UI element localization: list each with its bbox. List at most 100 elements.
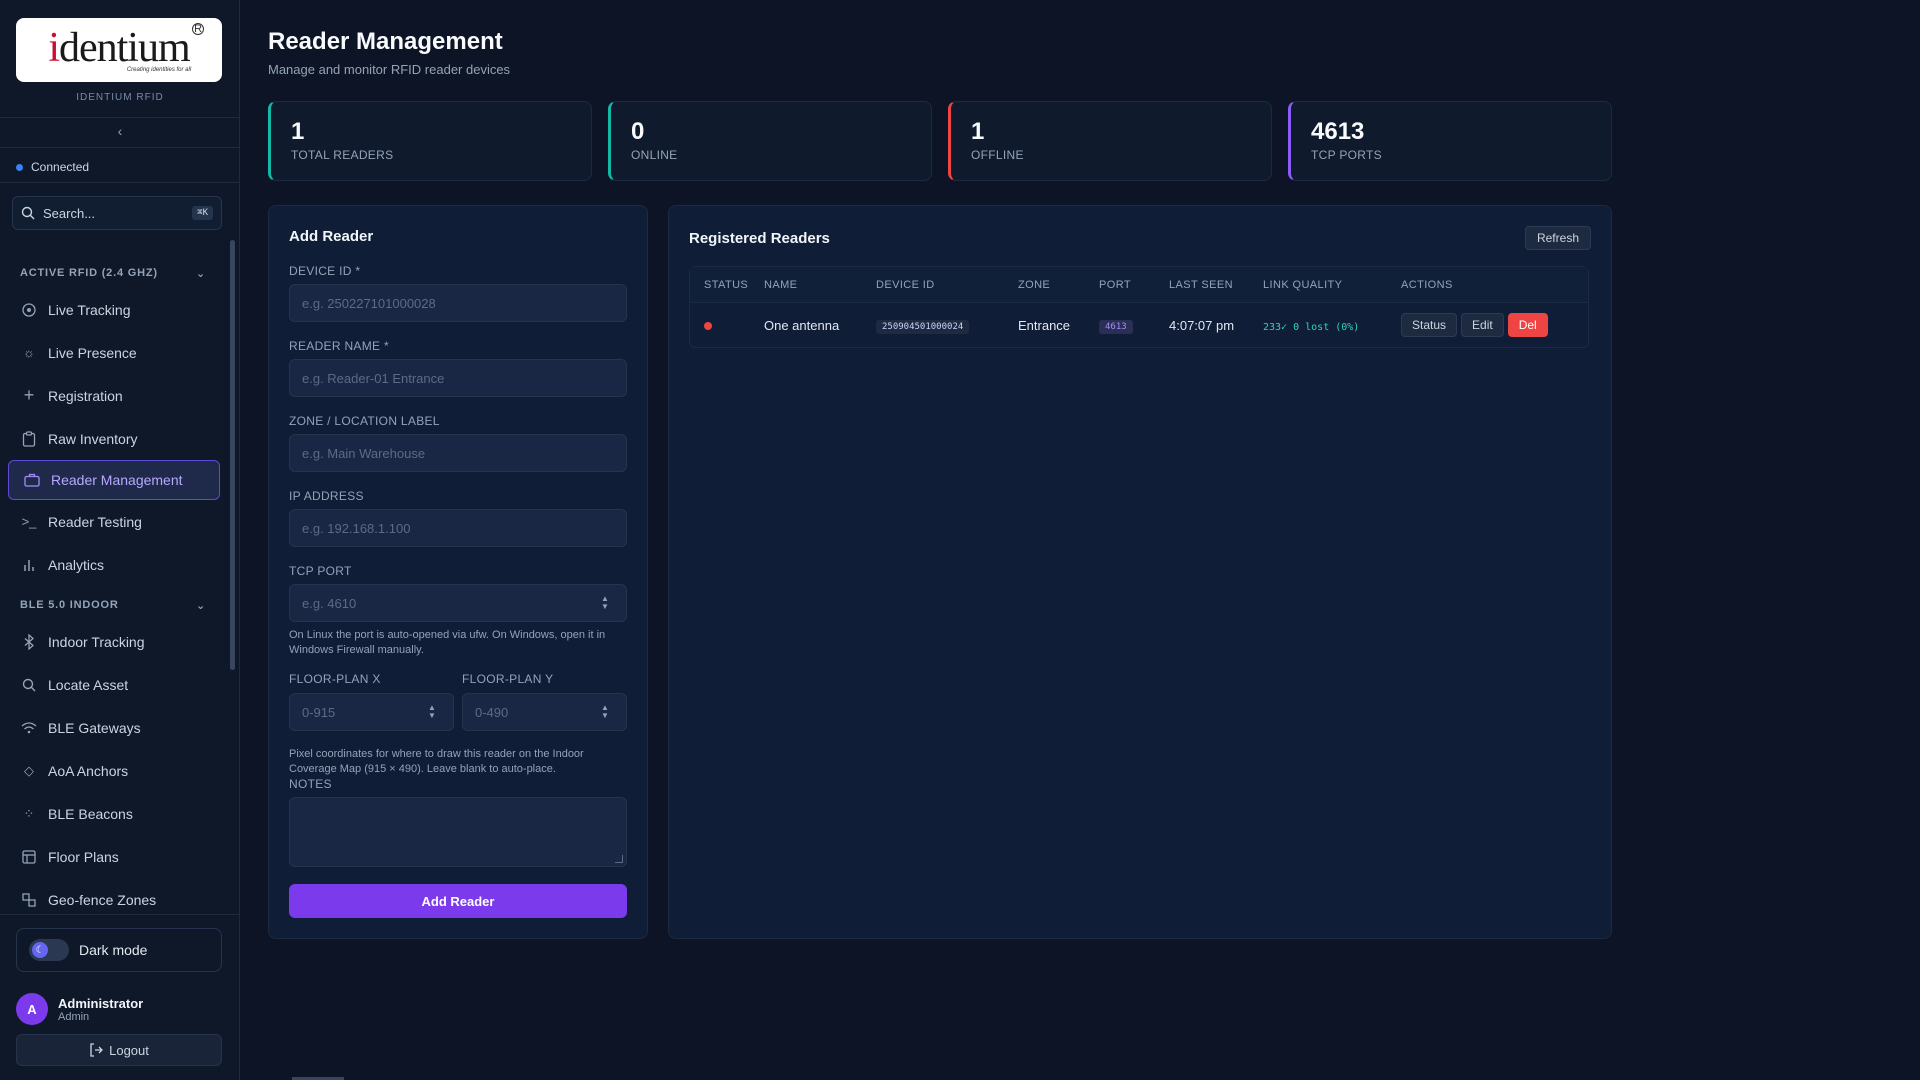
sidebar-item-label: Reader Management [51, 472, 183, 488]
toggle-switch[interactable]: ☾ [29, 939, 69, 961]
bluetooth-icon [20, 633, 38, 651]
sidebar-item-indoor-tracking[interactable]: Indoor Tracking [0, 620, 240, 663]
sidebar-item-locate-asset[interactable]: Locate Asset [0, 663, 240, 706]
moon-icon: ☾ [32, 942, 48, 958]
section-active-rfid[interactable]: ACTIVE RFID (2.4 GHZ) ⌄ [0, 262, 240, 284]
zone-field[interactable] [289, 434, 627, 472]
notes-field[interactable] [289, 797, 627, 867]
readers-table: STATUS NAME DEVICE ID ZONE PORT LAST SEE… [689, 266, 1589, 348]
user-role: Admin [58, 1010, 90, 1023]
search-input[interactable] [43, 205, 173, 221]
layout-icon [20, 848, 38, 866]
sidebar-nav: ACTIVE RFID (2.4 GHZ) ⌄ Live Tracking ☼ … [0, 248, 240, 914]
sidebar-item-label: Live Tracking [48, 301, 131, 318]
ip-address-field[interactable] [289, 509, 627, 547]
shapes-icon [20, 891, 38, 909]
chevron-down-icon: ⌄ [195, 267, 206, 280]
sidebar-item-raw-inventory[interactable]: Raw Inventory [0, 417, 240, 460]
table-header: STATUS NAME DEVICE ID ZONE PORT LAST SEE… [690, 267, 1588, 303]
reader-name-field[interactable] [289, 359, 627, 397]
device-id-label: DEVICE ID * [289, 264, 361, 278]
column-header[interactable]: DEVICE ID [876, 279, 1018, 291]
divider [0, 914, 240, 915]
sidebar-item-reader-testing[interactable]: >_ Reader Testing [0, 500, 240, 543]
registered-readers-card: Registered Readers Refresh STATUS NAME D… [668, 205, 1612, 939]
sidebar-item-live-tracking[interactable]: Live Tracking [0, 288, 240, 331]
status-button[interactable]: Status [1401, 313, 1458, 337]
column-header[interactable]: ZONE [1018, 279, 1099, 291]
stat-card-tcp-ports: 4613 TCP PORTS [1288, 101, 1612, 181]
sidebar-item-aoa-anchors[interactable]: ◇ AoA Anchors [0, 749, 240, 792]
search-icon [20, 676, 38, 694]
sidebar-item-label: Raw Inventory [48, 430, 138, 447]
column-header[interactable]: NAME [764, 279, 876, 291]
stat-card-offline: 1 OFFLINE [948, 101, 1272, 181]
logo: identium R Creating identities for all [16, 18, 222, 82]
tcp-port-help: On Linux the port is auto-opened via ufw… [289, 629, 606, 656]
device-id-badge: 250904501000024 [876, 319, 970, 334]
section-ble-indoor[interactable]: BLE 5.0 INDOOR ⌄ [0, 594, 240, 616]
sidebar-item-ble-gateways[interactable]: BLE Gateways [0, 706, 240, 749]
sidebar-item-label: Analytics [48, 556, 105, 573]
sidebar-item-ble-beacons[interactable]: ⁘ BLE Beacons [0, 792, 240, 835]
brand-subtitle: IDENTIUM RFID [76, 92, 164, 103]
logout-icon [90, 1043, 104, 1057]
section-title: BLE 5.0 INDOOR [20, 599, 119, 611]
sidebar-item-live-presence[interactable]: ☼ Live Presence [0, 331, 240, 374]
tcp-port-field[interactable] [289, 584, 627, 622]
add-reader-card: Add Reader DEVICE ID * READER NAME * ZON… [268, 205, 648, 939]
sidebar-item-geo-fence-zones[interactable]: Geo-fence Zones [0, 878, 240, 914]
divider [0, 147, 240, 148]
page-subtitle: Manage and monitor RFID reader devices [268, 62, 511, 77]
column-header[interactable]: PORT [1099, 279, 1169, 291]
sidebar-item-label: Registration [48, 387, 123, 404]
dark-mode-toggle[interactable]: ☾ Dark mode [16, 928, 222, 972]
refresh-button[interactable]: Refresh [1524, 226, 1591, 250]
sidebar-item-label: Reader Testing [48, 513, 142, 530]
column-header[interactable]: LINK QUALITY [1263, 279, 1401, 291]
sun-icon: ☼ [23, 345, 35, 360]
column-header[interactable]: LAST SEEN [1169, 279, 1263, 291]
delete-button[interactable]: Del [1507, 313, 1548, 337]
port-stepper-icon[interactable]: ▲ ▼ [599, 595, 611, 611]
collapse-sidebar-icon[interactable]: ‹ [114, 124, 126, 138]
card-title: Add Reader [289, 228, 374, 245]
page-title: Reader Management [268, 28, 503, 55]
floor-y-label: FLOOR-PLAN Y [462, 672, 554, 686]
sidebar-item-reader-management[interactable]: Reader Management [8, 460, 220, 500]
reader-name-label: READER NAME * [289, 339, 389, 353]
column-header: ACTIONS [1401, 278, 1453, 291]
connection-label: Connected [31, 160, 90, 174]
resize-handle-icon[interactable] [615, 855, 623, 863]
floor-plan-help: Pixel coordinates for where to draw this… [289, 748, 584, 775]
search-box[interactable]: ⌘K [12, 196, 222, 230]
port-cell: 4613 [1099, 317, 1169, 334]
sidebar-item-label: Live Presence [48, 344, 137, 361]
edit-button[interactable]: Edit [1461, 313, 1504, 337]
sidebar-item-label: Floor Plans [48, 848, 119, 865]
dark-mode-label: Dark mode [79, 942, 148, 958]
stat-label: ONLINE [631, 148, 678, 162]
actions-cell: Status Edit Del [1401, 313, 1588, 337]
connection-dot-icon [16, 163, 23, 171]
sidebar-item-label: BLE Beacons [48, 805, 133, 822]
floor-y-stepper-icon[interactable]: ▲ ▼ [599, 704, 611, 720]
stat-card-online: 0 ONLINE [608, 101, 932, 181]
stat-value: 4613 [1311, 118, 1365, 145]
stat-label: TCP PORTS [1311, 148, 1382, 162]
add-reader-button[interactable]: Add Reader [289, 884, 627, 918]
logout-button[interactable]: Logout [16, 1034, 222, 1066]
sidebar-item-analytics[interactable]: Analytics [0, 543, 240, 586]
ip-address-label: IP ADDRESS [289, 489, 364, 503]
sidebar-scrollbar[interactable] [230, 240, 235, 670]
tcp-port-label: TCP PORT [289, 564, 352, 578]
bar-chart-icon [20, 556, 38, 574]
sidebar-item-floor-plans[interactable]: Floor Plans [0, 835, 240, 878]
floor-x-stepper-icon[interactable]: ▲ ▼ [426, 704, 438, 720]
sidebar-item-registration[interactable]: + Registration [0, 374, 240, 417]
divider [0, 182, 240, 183]
device-id-field[interactable] [289, 284, 627, 322]
column-header[interactable]: STATUS [690, 279, 764, 291]
clipboard-icon [20, 430, 38, 448]
sidebar-item-label: Indoor Tracking [48, 633, 145, 650]
